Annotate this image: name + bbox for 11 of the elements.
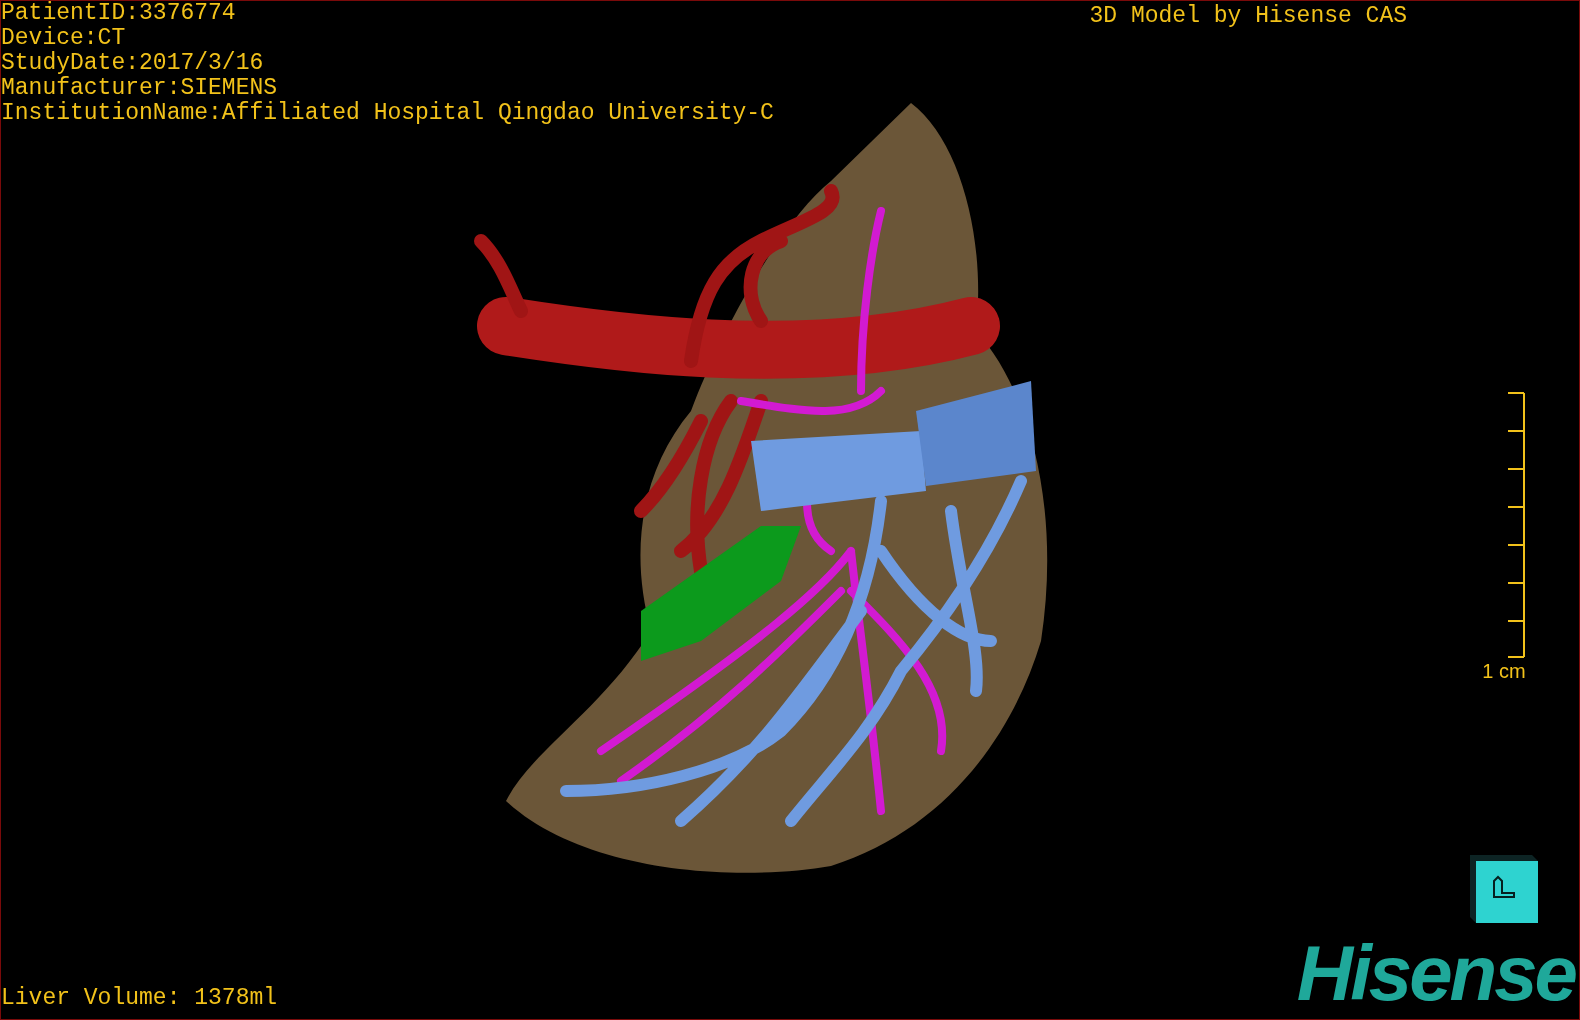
patient-info-line: Manufacturer:SIEMENS	[1, 76, 279, 101]
liver-volume: Liver Volume: 1378ml	[1, 984, 278, 1013]
model-title: 3D Model by Hisense CAS	[1089, 2, 1407, 31]
scale-bar-icon	[1505, 392, 1526, 658]
brand-logo: Hisense	[1296, 933, 1575, 1013]
patient-info-line: PatientID:3376774	[1, 1, 237, 26]
orientation-cube-icon	[1468, 853, 1540, 923]
patient-info-line: StudyDate:2017/3/16	[1, 51, 265, 76]
scale-label: 1 cm	[1482, 660, 1526, 683]
patient-info-line: Device:CT	[1, 26, 127, 51]
patient-info-line: InstitutionName:Affiliated Hospital Qingdao University-C	[1, 101, 774, 126]
